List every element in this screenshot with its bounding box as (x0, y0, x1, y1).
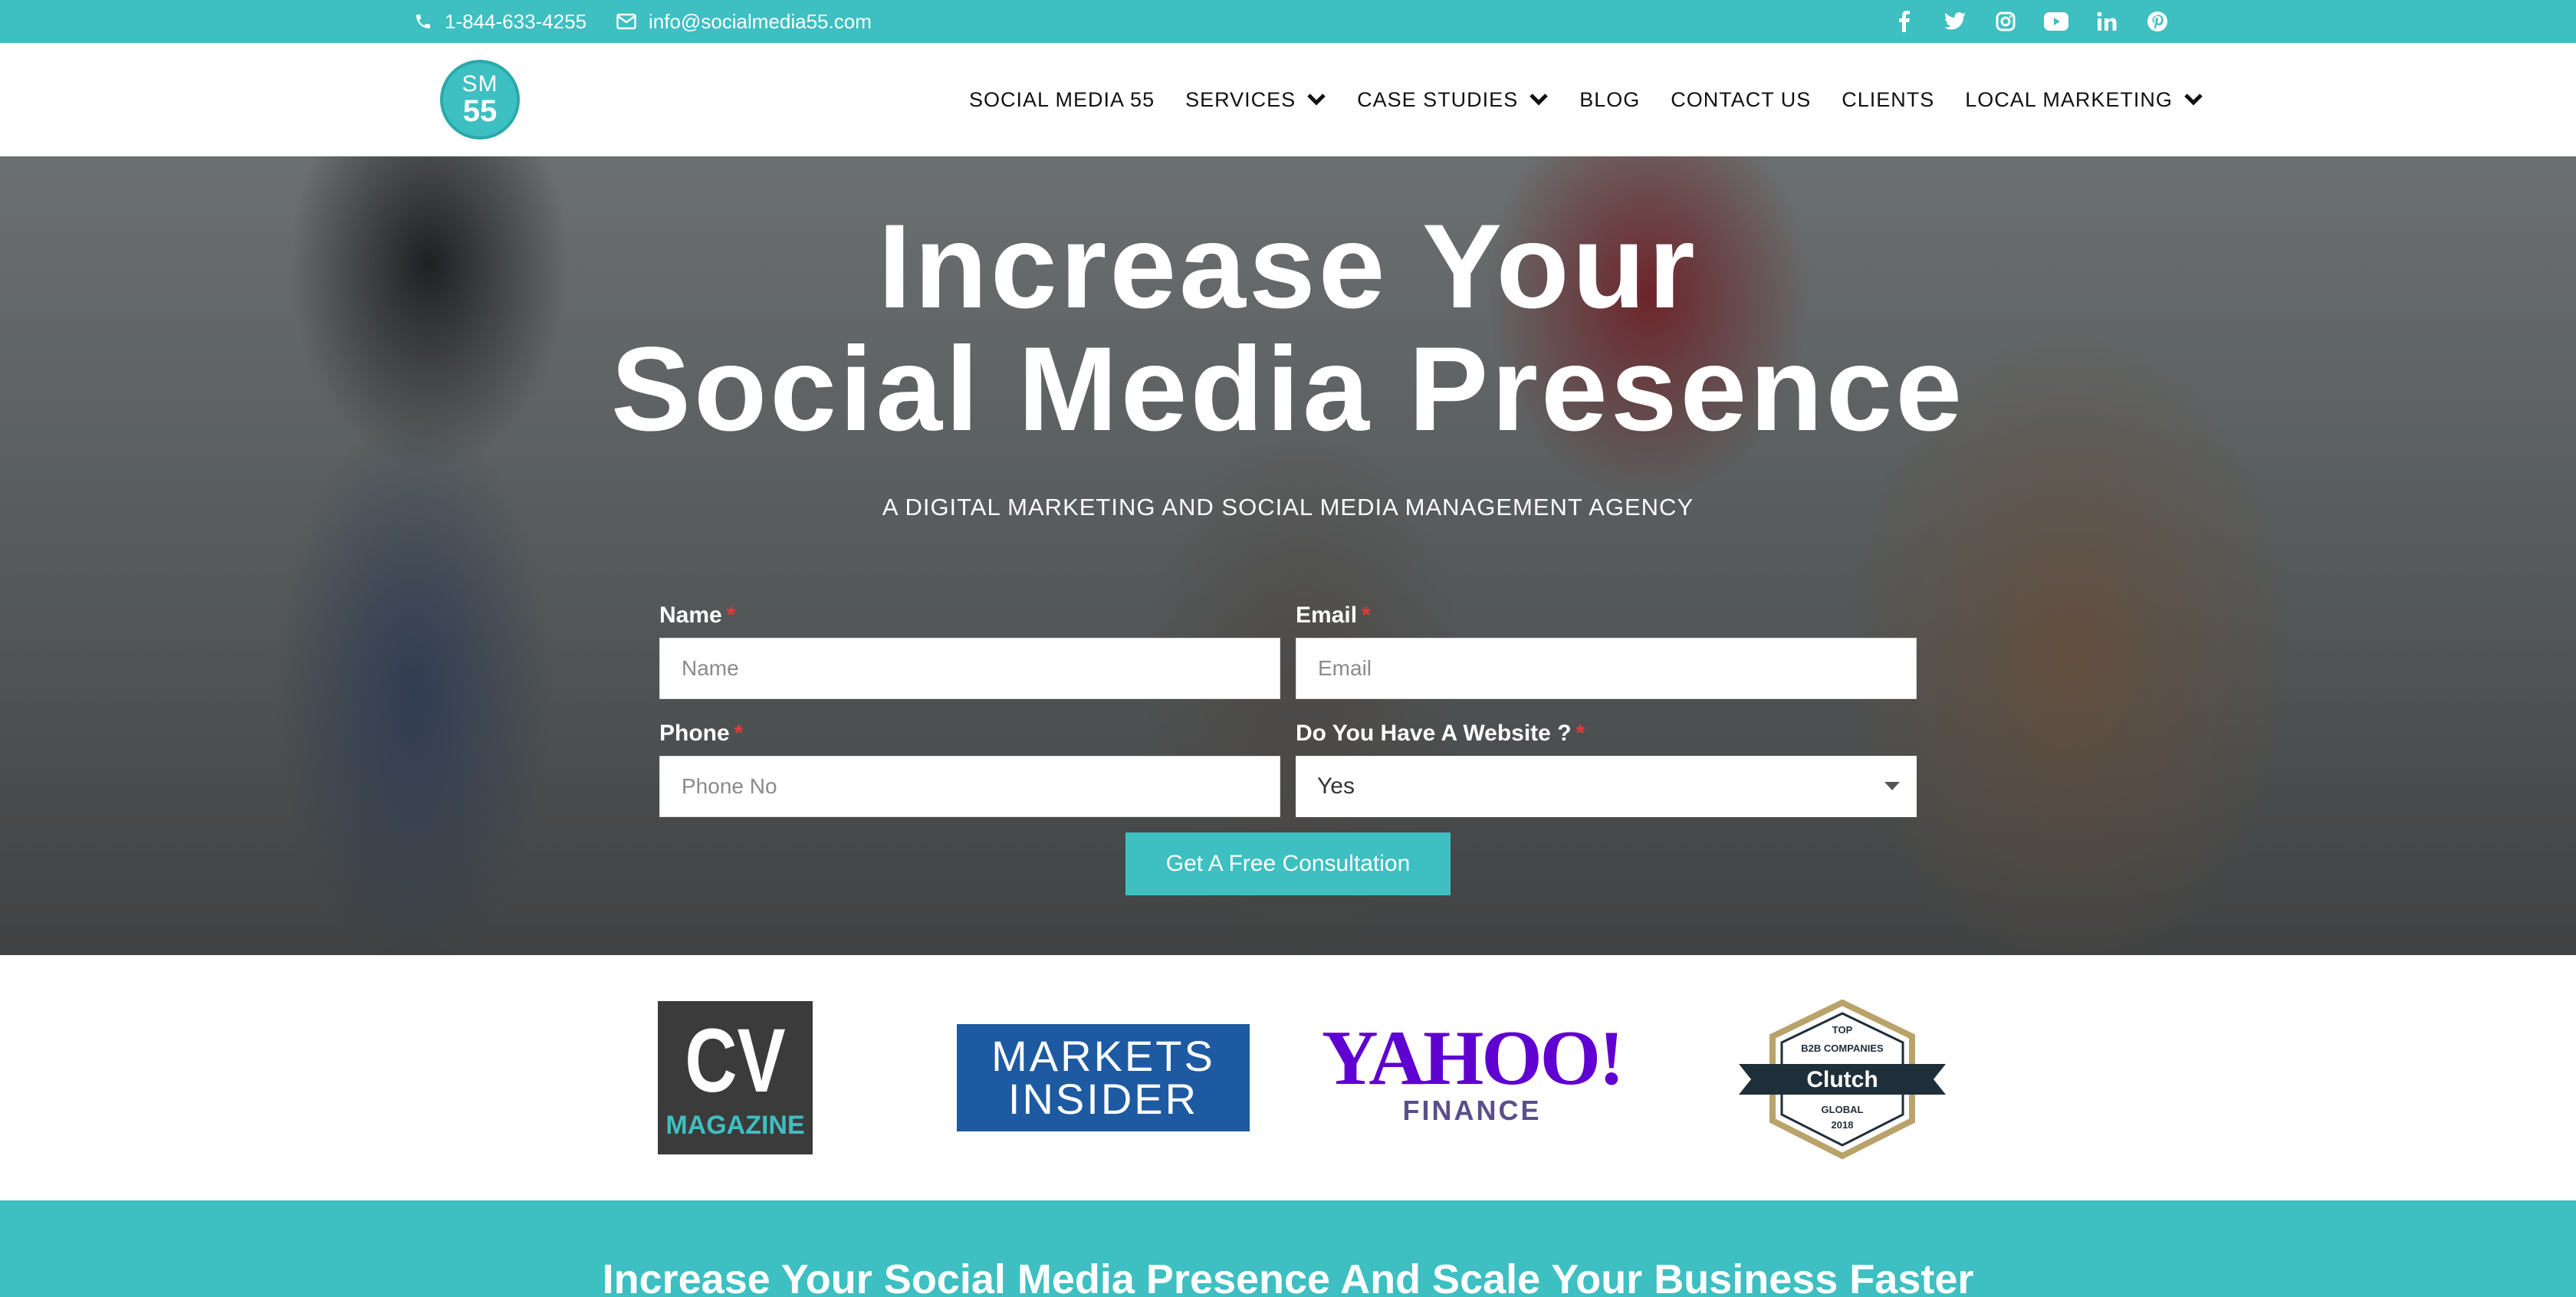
logo-text-top: SM (462, 71, 498, 97)
chevron-down-icon (1307, 94, 1326, 106)
nav-social-media-55[interactable]: SOCIAL MEDIA 55 (969, 88, 1155, 112)
clutch-top-text: TOP (1832, 1024, 1853, 1036)
free-consultation-button[interactable]: Get A Free Consultation (1125, 832, 1451, 895)
press-logos: CV MAGAZINE MARKETS INSIDER YAHOO! FINAN… (0, 955, 2576, 1200)
cv-logo-top: CV (685, 1010, 786, 1111)
nav-contact-us[interactable]: CONTACT US (1671, 88, 1811, 112)
nav-local-marketing[interactable]: LOCAL MARKETING (1965, 88, 2203, 112)
cv-logo-bottom: MAGAZINE (665, 1110, 805, 1140)
name-label-text: Name (659, 603, 722, 628)
nav-clients[interactable]: CLIENTS (1842, 88, 1934, 112)
chevron-down-icon (2184, 94, 2203, 106)
nav-label: CLIENTS (1842, 87, 1935, 111)
phone-input[interactable] (659, 756, 1280, 817)
email-input[interactable] (1296, 638, 1917, 699)
markets-insider-line-1: MARKETS (991, 1032, 1215, 1080)
hero-title-line-1: Increase Your (878, 200, 1698, 333)
instagram-icon[interactable] (1993, 9, 2018, 34)
required-mark: * (1362, 603, 1371, 628)
hero-content: Increase Your Social Media Presence A DI… (0, 156, 2576, 955)
email-label: Email * (1296, 603, 1371, 629)
nav-blog[interactable]: BLOG (1579, 88, 1640, 112)
clutch-mid-text: B2B COMPANIES (1801, 1043, 1884, 1054)
main-nav: SOCIAL MEDIA 55 SERVICES CASE STUDIES BL… (969, 43, 2203, 156)
social-links (1892, 0, 2170, 43)
nav-label: LOCAL MARKETING (1965, 87, 2173, 111)
nav-label: BLOG (1579, 87, 1641, 111)
phone-label: Phone * (659, 721, 743, 747)
website-label: Do You Have A Website ? * (1296, 721, 1585, 747)
chevron-down-icon (1530, 94, 1548, 106)
yahoo-finance-logo: YAHOO! FINANCE (1322, 1020, 1625, 1134)
phone-icon (416, 15, 430, 28)
pinterest-icon[interactable] (2145, 9, 2170, 34)
twitter-icon[interactable] (1943, 9, 1967, 34)
nav-label: CONTACT US (1671, 87, 1812, 111)
required-mark: * (726, 603, 736, 628)
markets-insider-line-2: INSIDER (1007, 1075, 1199, 1123)
phone-label-text: Phone (659, 721, 730, 746)
yahoo-logo-top: YAHOO! (1322, 1015, 1625, 1102)
email-link[interactable]: info@socialmedia55.com (616, 0, 872, 43)
nav-label: CASE STUDIES (1357, 87, 1519, 111)
cta-band: Increase Your Social Media Presence And … (0, 1200, 2576, 1297)
required-mark: * (734, 721, 744, 746)
cv-magazine-logo: CV MAGAZINE (658, 1001, 813, 1154)
caret-down-icon (1884, 782, 1900, 790)
top-bar: 1-844-633-4255 info@socialmedia55.com (0, 0, 2576, 43)
phone-number: 1-844-633-4255 (445, 9, 587, 33)
website-select-value: Yes (1317, 773, 1355, 799)
hero-title-line-2: Social Media Presence (610, 323, 1966, 456)
clutch-low-text: GLOBAL (1822, 1104, 1864, 1115)
youtube-icon[interactable] (2044, 9, 2068, 34)
envelope-icon (616, 13, 636, 30)
hero-section: Increase Your Social Media Presence A DI… (0, 156, 2576, 955)
website-label-text: Do You Have A Website ? (1296, 721, 1572, 746)
clutch-name-text: Clutch (1806, 1067, 1878, 1092)
name-label: Name * (659, 603, 735, 629)
email-address: info@socialmedia55.com (649, 9, 872, 33)
email-label-text: Email (1296, 603, 1358, 628)
nav-label: SERVICES (1185, 87, 1296, 111)
phone-link[interactable]: 1-844-633-4255 (414, 0, 586, 43)
yahoo-logo-bottom: FINANCE (1402, 1095, 1542, 1126)
clutch-year-text: 2018 (1832, 1119, 1854, 1131)
site-header: SM 55 SOCIAL MEDIA 55 SERVICES CASE STUD… (0, 43, 2576, 156)
linkedin-icon[interactable] (2095, 9, 2119, 34)
required-mark: * (1576, 721, 1585, 746)
clutch-badge-logo: TOP B2B COMPANIES Clutch GLOBAL 2018 (1739, 1000, 1946, 1160)
nav-services[interactable]: SERVICES (1185, 88, 1326, 112)
band-title: Increase Your Social Media Presence And … (602, 1256, 1974, 1297)
logo-text-bottom: 55 (462, 94, 498, 128)
name-input[interactable] (659, 638, 1280, 699)
nav-case-studies[interactable]: CASE STUDIES (1357, 88, 1549, 112)
facebook-icon[interactable] (1892, 9, 1917, 34)
hero-title: Increase Your Social Media Presence (0, 205, 2576, 451)
markets-insider-logo: MARKETS INSIDER (957, 1024, 1250, 1131)
website-select[interactable]: Yes (1296, 756, 1917, 817)
site-logo[interactable]: SM 55 (440, 60, 520, 140)
hero-subtitle: A DIGITAL MARKETING AND SOCIAL MEDIA MAN… (882, 494, 1694, 520)
nav-label: SOCIAL MEDIA 55 (969, 87, 1155, 111)
